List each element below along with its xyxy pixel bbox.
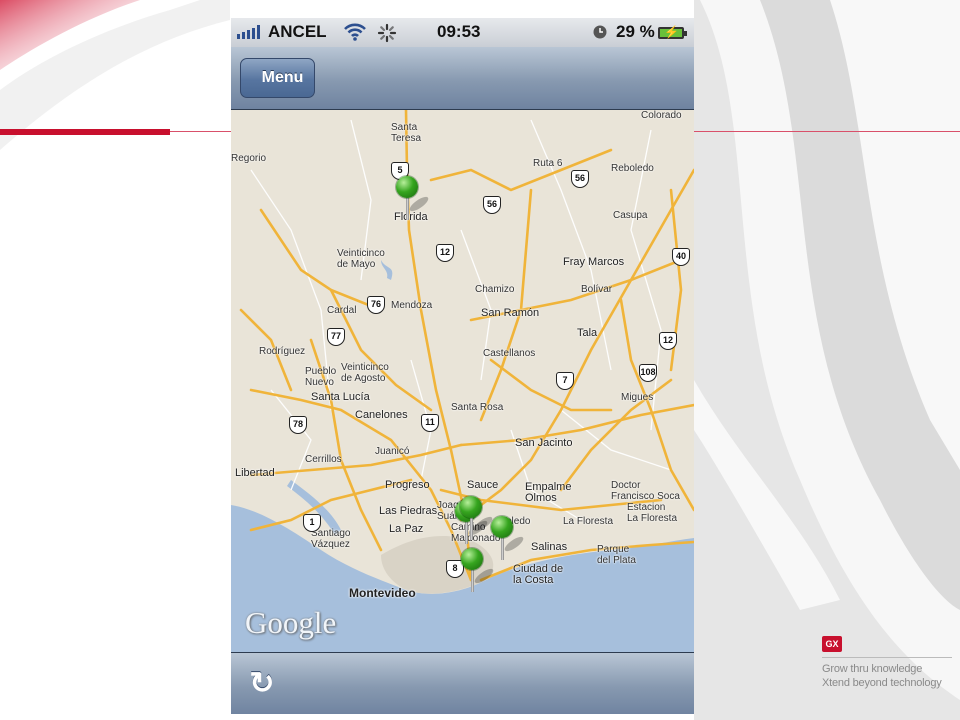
- pin-head-icon: [396, 176, 418, 198]
- wifi-icon: [344, 23, 366, 41]
- route-shield: 76: [367, 296, 385, 314]
- map-place-label: Regorio: [231, 153, 267, 164]
- map-place-label: Libertad: [235, 467, 275, 479]
- map-place-label: Ruta 6: [533, 158, 563, 169]
- route-shield: 1: [303, 514, 321, 532]
- charging-bolt-icon: ⚡: [664, 25, 679, 39]
- marker-suarez-b[interactable]: [460, 496, 495, 540]
- gx-logo: GX: [822, 636, 842, 652]
- map-place-label: Parque del Plata: [597, 544, 636, 566]
- map-place-label: Ciudad de la Costa: [513, 563, 564, 586]
- menu-back-button[interactable]: Menu: [240, 58, 315, 98]
- map-place-label: La Paz: [389, 523, 424, 535]
- route-shield: 12: [436, 244, 454, 262]
- map-place-label: Veinticinco de Agosto: [341, 362, 389, 384]
- status-time: 09:53: [437, 22, 481, 41]
- bottom-toolbar: ↻: [231, 652, 694, 714]
- route-shield: 77: [327, 328, 345, 346]
- refresh-icon[interactable]: ↻: [245, 667, 279, 701]
- battery-percent: 29 %: [616, 22, 655, 41]
- menu-back-label: Menu: [261, 69, 304, 86]
- map-place-label: Cerrillos: [305, 454, 342, 465]
- google-logo: Google: [245, 605, 337, 640]
- slide-divider-right: [694, 131, 960, 132]
- map-place-label: Santa Lucía: [311, 391, 370, 403]
- marker-florida[interactable]: [396, 176, 431, 220]
- marker-toledo[interactable]: [491, 516, 526, 560]
- map-place-label: Bolívar: [581, 284, 613, 295]
- map-place-label: Doctor Francisco Soca: [611, 480, 680, 502]
- map-place-label: Mendoza: [391, 300, 433, 311]
- map-place-label: Progreso: [385, 479, 430, 491]
- map-place-label: Casupa: [613, 210, 648, 221]
- map-place-label: Veinticinco de Mayo: [337, 248, 385, 270]
- pin-head-icon: [491, 516, 513, 538]
- map-place-label: Empalme Olmos: [525, 481, 572, 504]
- map-place-label: Reboledo: [611, 163, 654, 174]
- alarm-clock-icon: [593, 25, 607, 39]
- map-place-label: Fray Marcos: [563, 256, 625, 268]
- map-place-label: Salinas: [531, 541, 568, 553]
- pin-needle: [471, 568, 474, 592]
- map-place-label: Pueblo Nuevo: [305, 366, 337, 388]
- slide-accent-bar: [0, 129, 170, 135]
- pin-head-icon: [460, 496, 482, 518]
- route-shield: 7: [556, 372, 574, 390]
- tagline-rule: [822, 657, 952, 658]
- route-shield: 11: [421, 414, 439, 432]
- map-place-label: Santa Rosa: [451, 402, 504, 413]
- phone-screen: ANCEL 09:53 29 % ⚡ Menu Santa Teresa Flo…: [231, 18, 694, 714]
- map-place-label: Sauce: [467, 479, 499, 491]
- map-place-label: Migues: [621, 392, 654, 403]
- map-place-label: Estacion La Floresta: [627, 502, 678, 524]
- map-place-label: San Jacinto: [515, 437, 573, 449]
- map-place-label: Juanicó: [375, 446, 410, 457]
- map-view[interactable]: Santa Teresa Florida Colorado Reboledo Casup…: [231, 110, 694, 652]
- map-place-label: Cardal: [327, 305, 357, 316]
- route-shield: 108: [639, 364, 657, 382]
- route-shield: 56: [483, 196, 501, 214]
- pin-needle: [406, 196, 409, 220]
- map-place-label: Rodríguez: [259, 346, 306, 357]
- tagline-line-2: Xtend beyond technology: [822, 677, 942, 689]
- navigation-bar: Menu: [231, 47, 694, 110]
- activity-spinner-icon: [377, 23, 397, 43]
- map-place-label: Chamizo: [475, 284, 515, 295]
- route-shield: 56: [571, 170, 589, 188]
- map-place-label: Canelones: [355, 409, 408, 421]
- route-shield: 78: [289, 416, 307, 434]
- map-place-label: Colorado: [641, 110, 682, 121]
- marker-camino-maldonado[interactable]: [461, 548, 496, 592]
- status-bar: ANCEL 09:53 29 % ⚡: [231, 18, 694, 47]
- map-place-label: Santa Teresa: [391, 122, 422, 144]
- signal-bars-icon: [237, 25, 260, 39]
- map-place-label: Tala: [577, 327, 598, 339]
- carrier-name: ANCEL: [268, 22, 327, 41]
- pin-needle: [501, 536, 504, 560]
- route-shield: 40: [672, 248, 690, 266]
- route-shield: 12: [659, 332, 677, 350]
- pin-head-icon: [461, 548, 483, 570]
- tagline-line-1: Grow thru knowledge: [822, 663, 923, 675]
- map-place-label: San Ramón: [481, 307, 540, 319]
- map-place-label: Montevideo: [349, 586, 416, 600]
- map-place-label: La Floresta: [563, 516, 614, 527]
- map-place-label: Las Piedras: [379, 505, 438, 517]
- map-place-label: Santiago Vázquez: [311, 528, 351, 550]
- pin-needle: [470, 516, 473, 540]
- map-place-label: Castellanos: [483, 348, 536, 359]
